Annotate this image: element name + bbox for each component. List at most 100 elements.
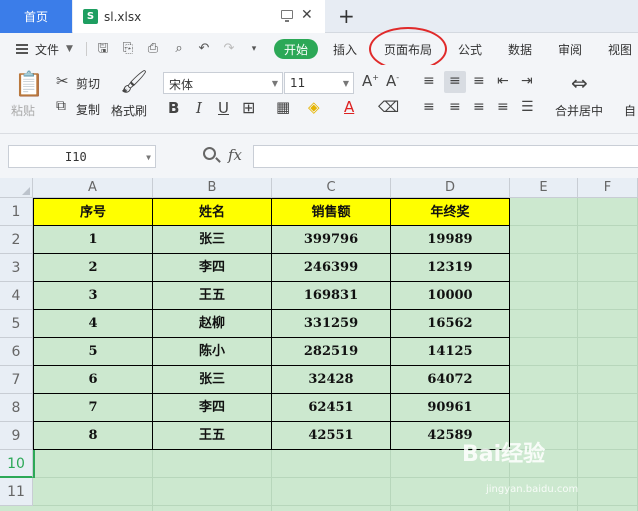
zoom-icon[interactable] <box>203 147 216 160</box>
table-cell[interactable]: 张三 <box>153 226 272 254</box>
table-header-cell[interactable]: 年终奖 <box>391 198 510 226</box>
tab-file[interactable]: S sl.xlsx ✕ <box>73 0 325 33</box>
row-header-3[interactable]: 3 <box>0 254 33 282</box>
format-painter-icon[interactable]: 🖌 <box>120 70 148 95</box>
table-cell[interactable]: 3 <box>33 282 153 310</box>
cut-button[interactable]: 剪切 <box>76 75 100 92</box>
table-cell[interactable]: 5 <box>33 338 153 366</box>
table-cell[interactable]: 90961 <box>391 394 510 422</box>
fill-color-icon[interactable]: ◈ <box>308 98 320 116</box>
select-all-corner[interactable] <box>0 178 33 198</box>
table-cell[interactable]: 10000 <box>391 282 510 310</box>
name-box[interactable]: I10 ▼ <box>8 145 156 168</box>
row-header-9[interactable]: 9 <box>0 422 33 450</box>
table-cell[interactable]: 7 <box>33 394 153 422</box>
table-cell[interactable]: 陈小 <box>153 338 272 366</box>
row-header-10[interactable]: 10 <box>0 450 33 478</box>
menu-formulas[interactable]: 公式 <box>458 41 482 58</box>
table-header-cell[interactable]: 销售额 <box>272 198 391 226</box>
close-tab-icon[interactable]: ✕ <box>301 7 313 23</box>
table-cell[interactable]: 赵柳 <box>153 310 272 338</box>
paste-icon[interactable]: 📋 <box>14 70 44 98</box>
copy-button[interactable]: 复制 <box>76 101 100 118</box>
column-header-c[interactable]: C <box>272 178 391 198</box>
column-header-f[interactable]: F <box>578 178 638 198</box>
table-cell[interactable]: 4 <box>33 310 153 338</box>
menu-review[interactable]: 审阅 <box>558 41 582 58</box>
table-cell[interactable]: 8 <box>33 422 153 450</box>
table-cell[interactable]: 王五 <box>153 422 272 450</box>
align-top-icon[interactable]: ≡ <box>423 73 435 89</box>
formula-input[interactable] <box>253 145 638 168</box>
row-header-6[interactable]: 6 <box>0 338 33 366</box>
table-cell[interactable]: 王五 <box>153 282 272 310</box>
justify-icon[interactable]: ≡ <box>497 99 509 115</box>
increase-font-icon[interactable]: A+ <box>362 72 379 90</box>
tab-home[interactable]: 首页 <box>0 0 72 33</box>
row-header-2[interactable]: 2 <box>0 226 33 254</box>
customize-quick-access-icon[interactable]: ▾ <box>247 42 261 56</box>
menu-start[interactable]: 开始 <box>274 39 318 59</box>
table-cell[interactable]: 6 <box>33 366 153 394</box>
table-header-cell[interactable]: 姓名 <box>153 198 272 226</box>
menu-insert[interactable]: 插入 <box>333 41 357 58</box>
copy-icon[interactable]: ⧉ <box>56 98 66 114</box>
distributed-icon[interactable]: ☰ <box>521 99 534 115</box>
border-icon[interactable]: ⊞ <box>242 98 255 117</box>
redo-icon[interactable]: ↷ <box>222 42 236 56</box>
auto-wrap-button[interactable]: 自 <box>624 102 636 119</box>
table-cell[interactable]: 399796 <box>272 226 391 254</box>
table-cell[interactable]: 331259 <box>272 310 391 338</box>
table-cell[interactable]: 2 <box>33 254 153 282</box>
column-header-a[interactable]: A <box>33 178 153 198</box>
paste-label[interactable]: 粘贴 <box>11 102 35 119</box>
row-header-8[interactable]: 8 <box>0 394 33 422</box>
table-cell[interactable]: 169831 <box>272 282 391 310</box>
format-painter-button[interactable]: 格式刷 <box>111 102 147 119</box>
underline-icon[interactable]: U <box>218 99 229 117</box>
column-header-b[interactable]: B <box>153 178 272 198</box>
menu-view[interactable]: 视图 <box>608 41 632 58</box>
cell-style-icon[interactable]: ▦ <box>276 98 290 116</box>
table-header-cell[interactable]: 序号 <box>33 198 153 226</box>
align-left-icon[interactable]: ≡ <box>423 99 435 115</box>
column-header-d[interactable]: D <box>391 178 510 198</box>
table-cell[interactable]: 张三 <box>153 366 272 394</box>
function-icon[interactable]: fx <box>228 146 242 164</box>
row-header-11[interactable]: 11 <box>0 478 33 506</box>
table-cell[interactable]: 282519 <box>272 338 391 366</box>
row-header-7[interactable]: 7 <box>0 366 33 394</box>
bold-icon[interactable]: B <box>168 99 179 117</box>
merge-center-button[interactable]: 合并居中 <box>555 102 603 119</box>
print-icon[interactable]: ⎙ <box>146 42 160 56</box>
row-header-4[interactable]: 4 <box>0 282 33 310</box>
table-cell[interactable]: 12319 <box>391 254 510 282</box>
table-cell[interactable]: 19989 <box>391 226 510 254</box>
merge-center-icon[interactable]: ⇔ <box>571 71 588 95</box>
menu-data[interactable]: 数据 <box>508 41 532 58</box>
menu-file[interactable]: 文件 <box>35 41 59 58</box>
row-header-5[interactable]: 5 <box>0 310 33 338</box>
decrease-font-icon[interactable]: A- <box>386 72 399 90</box>
table-cell[interactable]: 64072 <box>391 366 510 394</box>
table-cell[interactable]: 1 <box>33 226 153 254</box>
monitor-icon[interactable] <box>281 10 293 22</box>
table-cell[interactable]: 李四 <box>153 394 272 422</box>
chevron-down-icon[interactable]: ▼ <box>66 44 73 54</box>
align-bottom-icon[interactable]: ≡ <box>473 73 485 89</box>
table-cell[interactable]: 246399 <box>272 254 391 282</box>
italic-icon[interactable]: I <box>196 99 202 117</box>
clear-format-icon[interactable]: ⌫ <box>378 98 399 116</box>
font-color-icon[interactable]: A <box>344 98 354 116</box>
print-preview-icon[interactable]: ⌕ <box>172 42 186 56</box>
table-cell[interactable]: 李四 <box>153 254 272 282</box>
align-middle-icon[interactable]: ≡ <box>449 73 461 89</box>
align-right-icon[interactable]: ≡ <box>473 99 485 115</box>
table-cell[interactable]: 62451 <box>272 394 391 422</box>
scissors-icon[interactable]: ✂ <box>56 72 69 90</box>
row-header-1[interactable]: 1 <box>0 198 33 226</box>
align-center-icon[interactable]: ≡ <box>449 99 461 115</box>
font-name-select[interactable]: 宋体 ▼ <box>163 72 283 94</box>
table-cell[interactable]: 42551 <box>272 422 391 450</box>
font-size-select[interactable]: 11 ▼ <box>284 72 354 94</box>
